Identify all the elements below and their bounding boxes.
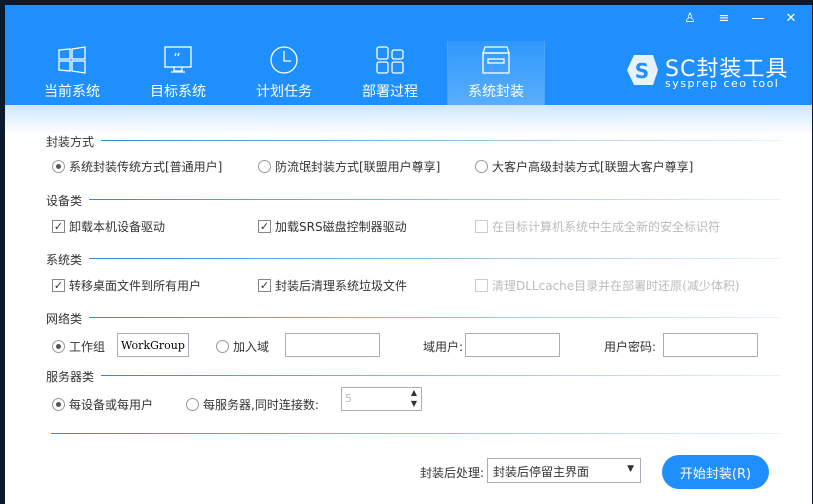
- box-icon: [482, 46, 510, 74]
- option-label: 每服务器,同时连接数:: [203, 398, 319, 412]
- divider: [89, 199, 781, 200]
- workgroup-input[interactable]: [117, 333, 189, 357]
- tab-system-sysprep[interactable]: 系统封装: [447, 41, 545, 105]
- menu-icon[interactable]: ≡: [714, 11, 734, 26]
- checkbox[interactable]: ✓: [52, 220, 65, 233]
- divider: [51, 433, 781, 434]
- domain-input[interactable]: [285, 333, 380, 357]
- chevron-down-icon: ▼: [627, 464, 634, 474]
- minimize-icon[interactable]: —: [748, 11, 768, 26]
- divider: [89, 317, 781, 318]
- option-label: 转移桌面文件到所有用户: [69, 279, 202, 293]
- option-label: 封装后清理系统垃圾文件: [275, 279, 408, 293]
- option-label: 卸载本机设备驱动: [69, 220, 166, 234]
- tab-deploy-process[interactable]: 部署过程: [341, 41, 439, 105]
- domain-user-input[interactable]: [465, 333, 560, 357]
- close-icon[interactable]: ✕: [781, 11, 801, 26]
- radio-button[interactable]: [475, 160, 488, 173]
- domain-user-label: 域用户:: [423, 340, 464, 354]
- checkbox-new-sid: 在目标计算机系统中生成全新的安全标识符: [475, 218, 720, 235]
- user-icon[interactable]: ♙: [680, 11, 700, 26]
- checkbox: [475, 279, 488, 292]
- section-title-server: 服务器类: [46, 370, 95, 384]
- checkbox: [475, 220, 488, 233]
- checkbox[interactable]: ✓: [258, 279, 271, 292]
- password-input[interactable]: [663, 333, 758, 357]
- select-value: 封装后停留主界面: [493, 465, 590, 479]
- app-window: ♙ ≡ — ✕ 当前系统 目标系统 计划任务 部署过程 系统封装 S SC封装工…: [5, 5, 812, 504]
- radio-workgroup[interactable]: 工作组: [52, 338, 105, 355]
- post-action-select[interactable]: 封装后停留主界面 ▼: [487, 458, 641, 483]
- sc-logo-icon: S: [627, 55, 658, 85]
- clock-icon: [270, 46, 298, 74]
- divider: [101, 375, 781, 376]
- option-label: 大客户高级封装方式[联盟大客户尊享]: [492, 160, 694, 174]
- checkbox-uninstall-drivers[interactable]: ✓ 卸载本机设备驱动: [52, 218, 165, 235]
- grid-icon: [376, 46, 404, 74]
- radio-button[interactable]: [52, 398, 65, 411]
- radio-per-server[interactable]: 每服务器,同时连接数:: [186, 396, 319, 413]
- section-title-device: 设备类: [46, 194, 83, 208]
- divider: [89, 258, 781, 259]
- radio-join-domain[interactable]: 加入域: [216, 338, 269, 355]
- radio-per-device[interactable]: 每设备或每用户: [52, 396, 153, 413]
- radio-mode-anti-rogue[interactable]: 防流氓封装方式[联盟用户尊享]: [258, 158, 440, 175]
- radio-button[interactable]: [52, 160, 65, 173]
- option-label: 在目标计算机系统中生成全新的安全标识符: [492, 220, 721, 234]
- radio-button[interactable]: [216, 340, 229, 353]
- monitor-icon: [164, 46, 192, 73]
- option-label: 加载SRS磁盘控制器驱动: [275, 220, 407, 234]
- tab-current-system[interactable]: 当前系统: [23, 41, 121, 105]
- spin-up-icon[interactable]: ▲: [411, 388, 417, 397]
- connections-spinner[interactable]: 5 ▲ ▼: [341, 387, 422, 411]
- spin-down-icon[interactable]: ▼: [411, 399, 417, 408]
- tab-label: 目标系统: [150, 84, 206, 100]
- connections-value: 5: [345, 392, 352, 405]
- section-title-mode: 封装方式: [46, 135, 95, 149]
- header-gradient: [5, 105, 812, 135]
- radio-button[interactable]: [258, 160, 271, 173]
- tab-target-system[interactable]: 目标系统: [129, 41, 227, 105]
- option-label: 防流氓封装方式[联盟用户尊享]: [275, 160, 441, 174]
- divider: [101, 140, 781, 141]
- section-title-system: 系统类: [46, 253, 83, 267]
- windows-icon: [58, 46, 86, 74]
- checkbox-clean-dllcache: 清理DLLcache目录并在部署时还原(减少体积): [475, 277, 740, 294]
- header-bar: ♙ ≡ — ✕ 当前系统 目标系统 计划任务 部署过程 系统封装 S SC封装工…: [5, 5, 812, 105]
- tab-label: 当前系统: [44, 84, 100, 100]
- password-label: 用户密码:: [604, 340, 657, 354]
- section-title-network: 网络类: [46, 312, 83, 326]
- option-label: 加入域: [233, 340, 270, 354]
- option-label: 系统封装传统方式[普通用户]: [69, 160, 223, 174]
- checkbox-move-desktop[interactable]: ✓ 转移桌面文件到所有用户: [52, 277, 201, 294]
- checkbox[interactable]: ✓: [52, 279, 65, 292]
- start-sysprep-button[interactable]: 开始封装(R): [662, 455, 769, 489]
- tab-scheduled-tasks[interactable]: 计划任务: [235, 41, 333, 105]
- post-action-label: 封装后处理:: [420, 466, 485, 480]
- radio-mode-enterprise[interactable]: 大客户高级封装方式[联盟大客户尊享]: [475, 158, 693, 175]
- svg-text:S: S: [635, 59, 649, 83]
- option-label: 每设备或每用户: [69, 398, 154, 412]
- tab-label: 部署过程: [362, 84, 418, 100]
- tab-label: 系统封装: [468, 84, 524, 100]
- radio-button[interactable]: [52, 340, 65, 353]
- checkbox-load-srs[interactable]: ✓ 加载SRS磁盘控制器驱动: [258, 218, 407, 235]
- logo-subtitle: sysprep ceo tool: [665, 77, 780, 90]
- option-label: 清理DLLcache目录并在部署时还原(减少体积): [492, 279, 740, 293]
- option-label: 工作组: [69, 340, 106, 354]
- radio-mode-traditional[interactable]: 系统封装传统方式[普通用户]: [52, 158, 222, 175]
- radio-button[interactable]: [186, 398, 199, 411]
- tab-label: 计划任务: [256, 84, 312, 100]
- checkbox-clean-junk[interactable]: ✓ 封装后清理系统垃圾文件: [258, 277, 407, 294]
- checkbox[interactable]: ✓: [258, 220, 271, 233]
